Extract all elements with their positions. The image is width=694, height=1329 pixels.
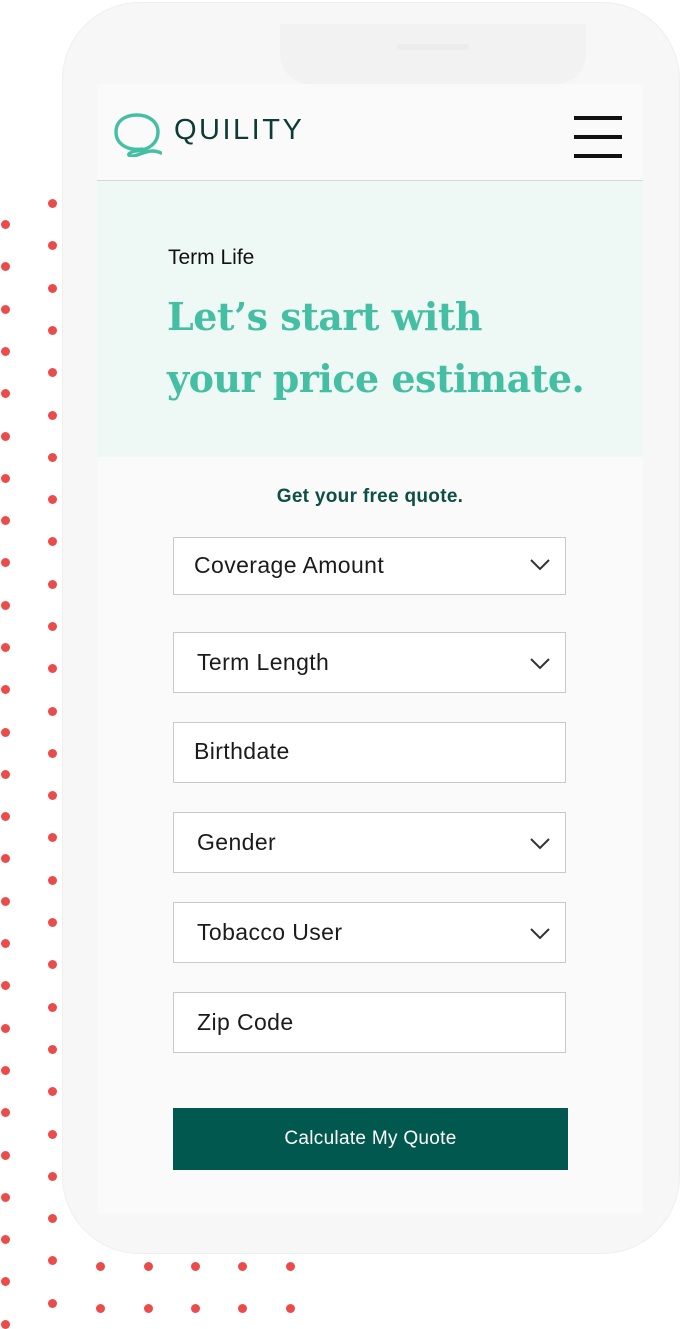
decorative-dot [48, 495, 57, 504]
decorative-dot [48, 368, 57, 377]
phone-notch [280, 24, 586, 84]
tobacco-user-select[interactable]: Tobacco User [173, 902, 566, 963]
decorative-dot [144, 1262, 153, 1271]
decorative-dot [238, 1262, 247, 1271]
coverage-amount-label: Coverage Amount [194, 552, 385, 578]
product-eyebrow: Term Life [168, 246, 255, 269]
chevron-down-icon [530, 928, 550, 940]
form-title: Get your free quote. [276, 486, 464, 507]
decorative-dot [1, 262, 10, 271]
birthdate-label: Birthdate [194, 738, 290, 764]
decorative-dot [191, 1304, 200, 1313]
decorative-dot [96, 1262, 105, 1271]
decorative-dot [1, 516, 10, 525]
decorative-dot [48, 791, 57, 800]
decorative-dot [1, 939, 10, 948]
decorative-dot [1, 558, 10, 567]
decorative-dot [1, 1235, 10, 1244]
decorative-dot [48, 1003, 57, 1012]
decorative-dot [48, 1214, 57, 1223]
decorative-dot [48, 199, 57, 208]
decorative-dot [96, 1304, 105, 1313]
quility-q-icon[interactable] [112, 111, 162, 157]
zip-code-input[interactable]: Zip Code [173, 992, 566, 1053]
decorative-dot [1, 347, 10, 356]
decorative-dot [144, 1304, 153, 1313]
decorative-dot [48, 1256, 57, 1265]
decorative-dot [48, 1045, 57, 1054]
decorative-dot [48, 622, 57, 631]
decorative-dot [1, 305, 10, 314]
decorative-dot [1, 854, 10, 863]
decorative-dot [1, 981, 10, 990]
phone-speaker [397, 44, 469, 50]
hero-headline-line2: your price estimate. [167, 356, 585, 401]
decorative-dot [1, 1277, 10, 1286]
decorative-dot [1, 812, 10, 821]
decorative-dot [1, 1151, 10, 1160]
term-length-select[interactable]: Term Length [173, 632, 566, 693]
decorative-dot [48, 1130, 57, 1139]
decorative-dot [238, 1304, 247, 1313]
decorative-dot [48, 537, 57, 546]
decorative-dot [48, 241, 57, 250]
decorative-dot [1, 432, 10, 441]
decorative-dot [48, 1087, 57, 1096]
decorative-dot [1, 685, 10, 694]
decorative-dot [1, 1320, 10, 1329]
decorative-dot [1, 728, 10, 737]
tobacco-user-label: Tobacco User [197, 919, 343, 945]
hamburger-menu-icon[interactable] [572, 114, 624, 162]
decorative-dot [1, 897, 10, 906]
decorative-dot [48, 411, 57, 420]
brand-name[interactable]: QUILITY [174, 114, 304, 147]
decorative-dot [286, 1304, 295, 1313]
decorative-dot [1, 643, 10, 652]
decorative-dot [48, 749, 57, 758]
decorative-dot [1, 474, 10, 483]
hero-banner: Term Life Let’s start with your price es… [97, 181, 643, 457]
hero-headline: Let’s start with your price estimate. [167, 286, 627, 410]
top-navbar: QUILITY [97, 84, 643, 181]
decorative-dot [48, 664, 57, 673]
birthdate-input[interactable]: Birthdate [173, 722, 566, 783]
decorative-dot [48, 453, 57, 462]
coverage-amount-select[interactable]: Coverage Amount [173, 537, 566, 595]
decorative-dot [48, 580, 57, 589]
decorative-dot [1, 220, 10, 229]
decorative-dot [48, 833, 57, 842]
decorative-dot [48, 876, 57, 885]
calculate-quote-button[interactable]: Calculate My Quote [173, 1108, 568, 1170]
decorative-dot [48, 707, 57, 716]
decorative-dot [1, 770, 10, 779]
decorative-dot [286, 1262, 295, 1271]
decorative-dot [48, 1172, 57, 1181]
decorative-dot [48, 284, 57, 293]
term-length-label: Term Length [197, 649, 330, 675]
decorative-dot [1, 389, 10, 398]
decorative-dot [48, 1299, 57, 1308]
decorative-dot [191, 1262, 200, 1271]
phone-screen: QUILITY Term Life Let’s start with your … [97, 84, 643, 1214]
chevron-down-icon [530, 658, 550, 670]
decorative-dot [1, 1066, 10, 1075]
gender-select[interactable]: Gender [173, 812, 566, 873]
decorative-dot [1, 1024, 10, 1033]
decorative-dot [1, 601, 10, 610]
decorative-dot [48, 326, 57, 335]
decorative-dot [1, 1193, 10, 1202]
decorative-dot [48, 960, 57, 969]
chevron-down-icon [530, 838, 550, 850]
gender-label: Gender [197, 829, 277, 855]
decorative-dot [1, 1108, 10, 1117]
chevron-down-icon [530, 559, 550, 571]
zip-code-label: Zip Code [197, 1009, 294, 1035]
hero-headline-line1: Let’s start with [167, 294, 483, 339]
decorative-dot [48, 918, 57, 927]
